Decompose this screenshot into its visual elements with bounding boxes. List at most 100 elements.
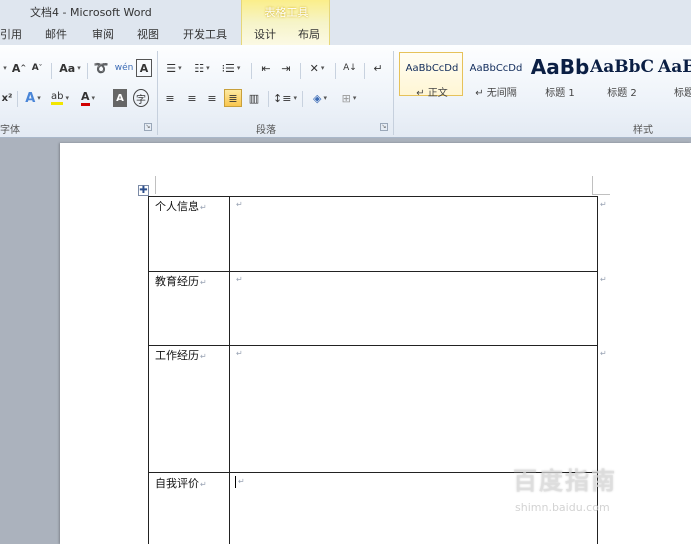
style-sample: AaB: [658, 57, 691, 77]
table-border: [148, 345, 598, 346]
table-row[interactable]: 自我评价↵: [155, 475, 207, 491]
shrink-font-button[interactable]: Aˇ: [30, 59, 44, 77]
text-cursor: [235, 476, 236, 488]
style-normal[interactable]: AaBbCcDd ↵ 正文: [399, 52, 463, 99]
style-name: ↵ 无间隔: [475, 88, 517, 99]
numbering-icon[interactable]: ☷ ▾: [190, 59, 214, 77]
paragraph-dialog-launcher-icon[interactable]: ↘: [380, 123, 388, 131]
end-of-cell-mark: ↵: [200, 203, 207, 212]
font-size-dropdown[interactable]: ▾: [0, 59, 8, 77]
sort-icon[interactable]: A↓: [341, 59, 359, 77]
table-tools-tab-group: 表格工具 设计 布局: [241, 0, 330, 45]
tab-design[interactable]: 设计: [254, 26, 276, 42]
group-divider: [157, 51, 158, 135]
end-of-cell-mark: ↵: [200, 480, 207, 489]
phonetic-guide-button[interactable]: wén: [114, 59, 134, 77]
watermark: 百度指南 shimn.baidu.com: [513, 461, 678, 521]
text-effects-button[interactable]: A ▾: [22, 89, 44, 107]
shading-icon[interactable]: ◈ ▾: [307, 89, 333, 107]
row-label-education: 教育经历: [155, 275, 199, 288]
divider: [17, 91, 18, 107]
styles-group-label: 样式: [633, 125, 653, 136]
style-sample: AaBbCcDd: [405, 63, 459, 74]
style-heading-1[interactable]: AaBb 标题 1: [527, 52, 591, 99]
style-title[interactable]: AaB 标题: [651, 52, 691, 99]
crop-mark: [592, 194, 610, 195]
superscript-button[interactable]: x²: [0, 89, 14, 107]
grow-font-button[interactable]: A ^: [12, 59, 26, 77]
tab-references[interactable]: 引用: [0, 26, 22, 42]
end-of-cell-mark[interactable]: ↵: [236, 349, 243, 358]
change-case-button[interactable]: Aa ▾: [57, 59, 83, 77]
increase-indent-icon[interactable]: ⇥: [277, 59, 295, 77]
table-move-handle-icon[interactable]: ✚: [138, 185, 149, 196]
multilevel-list-icon[interactable]: ⁝☰ ▾: [218, 59, 244, 77]
end-of-cell-mark: ↵: [200, 352, 207, 361]
row-label-self-evaluation: 自我评价: [155, 477, 199, 490]
font-color-button[interactable]: A ▾: [76, 89, 100, 107]
group-divider: [393, 51, 394, 135]
character-shading-button[interactable]: A: [113, 89, 127, 107]
crop-mark: [592, 176, 593, 194]
divider: [364, 63, 365, 79]
end-of-row-mark: ↵: [600, 200, 607, 209]
paragraph-group-label: 段落: [256, 125, 276, 136]
end-of-cell-mark: ↵: [200, 278, 207, 287]
style-name: 标题 2: [607, 88, 637, 99]
title-bar: 文档4 - Microsoft Word: [0, 0, 691, 22]
bullets-icon[interactable]: ☰ ▾: [162, 59, 186, 77]
end-of-cell-mark[interactable]: ↵: [236, 200, 243, 209]
table-border: [148, 196, 149, 544]
end-of-cell-mark[interactable]: ↵: [238, 477, 245, 486]
ribbon-tabs: 引用 邮件 审阅 视图 开发工具: [0, 22, 691, 46]
align-center-icon[interactable]: ≡: [184, 89, 200, 107]
align-right-icon[interactable]: ≡: [204, 89, 220, 107]
clear-formatting-icon[interactable]: ➰: [91, 59, 111, 77]
tab-mailings[interactable]: 邮件: [45, 26, 67, 42]
crop-mark: [155, 176, 156, 194]
end-of-row-mark: ↵: [600, 349, 607, 358]
style-name: 标题 1: [545, 88, 575, 99]
tab-layout[interactable]: 布局: [298, 26, 320, 42]
style-name: 标题: [674, 88, 691, 99]
style-heading-2[interactable]: AaBbC 标题 2: [589, 52, 654, 99]
divider: [51, 63, 52, 79]
line-spacing-icon[interactable]: ↕≡ ▾: [273, 89, 297, 107]
window-title: 文档4 - Microsoft Word: [30, 6, 152, 19]
divider: [302, 91, 303, 107]
row-label-personal-info: 个人信息: [155, 200, 199, 213]
row-label-work-experience: 工作经历: [155, 349, 199, 362]
divider: [335, 63, 336, 79]
divider: [251, 63, 252, 79]
style-name: ↵ 正文: [416, 88, 448, 99]
tab-view[interactable]: 视图: [137, 26, 159, 42]
align-left-icon[interactable]: ≡: [162, 89, 178, 107]
style-sample: AaBbC: [590, 57, 654, 77]
divider: [87, 63, 88, 79]
show-formatting-marks-icon[interactable]: ↵: [370, 59, 386, 77]
decrease-indent-icon[interactable]: ⇤: [257, 59, 275, 77]
font-dialog-launcher-icon[interactable]: ↘: [144, 123, 152, 131]
borders-icon[interactable]: ⊞ ▾: [336, 89, 362, 107]
font-group-label: 字体: [0, 125, 20, 136]
justify-icon[interactable]: ≣: [224, 89, 242, 107]
ribbon: ▾ A ^ Aˇ Aa ▾ ➰ wén A x² A ▾ ab ▾ A ▾ A 字 字体 …: [0, 45, 691, 138]
chinese-layout-icon[interactable]: ✕ ▾: [305, 59, 329, 77]
text-highlight-button[interactable]: ab ▾: [48, 89, 72, 107]
table-row[interactable]: 工作经历↵: [155, 347, 207, 363]
watermark-url: shimn.baidu.com: [515, 501, 610, 514]
table-row[interactable]: 教育经历↵: [155, 273, 207, 289]
style-no-spacing[interactable]: AaBbCcDd ↵ 无间隔: [463, 52, 527, 99]
enclose-characters-button[interactable]: 字: [133, 89, 149, 107]
table-tools-title: 表格工具: [264, 6, 309, 19]
end-of-cell-mark[interactable]: ↵: [236, 275, 243, 284]
distributed-icon[interactable]: ▥: [245, 89, 263, 107]
document-background: [0, 139, 60, 544]
end-of-row-mark: ↵: [600, 275, 607, 284]
tab-review[interactable]: 审阅: [92, 26, 114, 42]
tab-developer[interactable]: 开发工具: [183, 26, 227, 42]
table-row[interactable]: 个人信息↵: [155, 198, 207, 214]
table-border: [148, 271, 598, 272]
table-border: [148, 196, 598, 197]
character-border-button[interactable]: A: [136, 59, 152, 77]
